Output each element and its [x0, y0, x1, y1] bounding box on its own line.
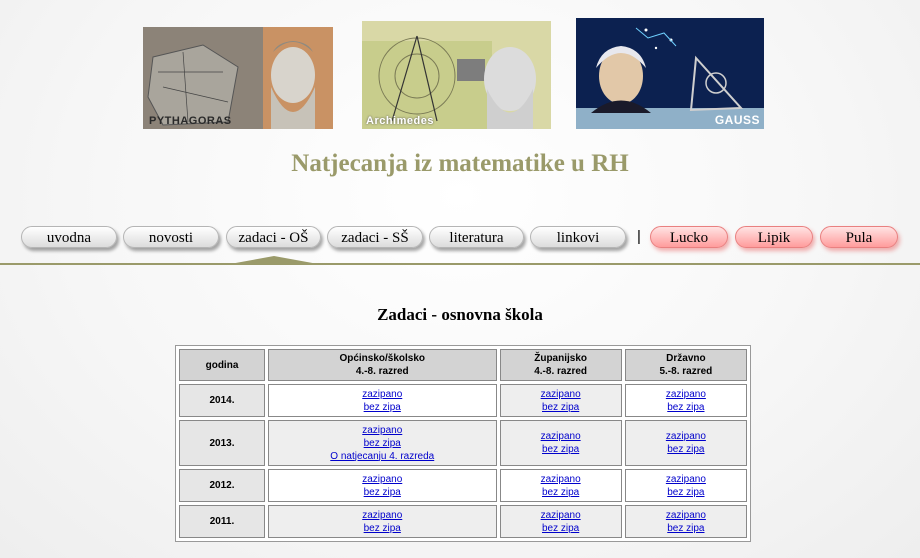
main-nav: uvodna novosti zadaci - OŠ zadaci - SŠ l… — [0, 226, 920, 252]
nav-item-zadaci-os[interactable]: zadaci - OŠ — [226, 226, 321, 248]
zipped-link[interactable]: zazipano — [628, 509, 744, 522]
unzipped-link[interactable]: bez zipa — [628, 486, 744, 499]
banner-caption: Archimedes — [366, 115, 434, 127]
county-cell: zazipano bez zipa — [499, 420, 622, 466]
unzipped-link[interactable]: bez zipa — [503, 522, 619, 535]
nav-item-zadaci-ss[interactable]: zadaci - SŠ — [327, 226, 423, 248]
unzipped-link[interactable]: bez zipa — [503, 401, 619, 414]
year-cell: 2012. — [179, 469, 265, 502]
zipped-link[interactable]: zazipano — [503, 388, 619, 401]
about-4th-grade-link[interactable]: O natjecanju 4. razreda — [271, 450, 494, 463]
zipped-link[interactable]: zazipano — [628, 388, 744, 401]
unzipped-link[interactable]: bez zipa — [628, 401, 744, 414]
header-municipal: Općinsko/školsko 4.-8. razred — [268, 349, 497, 381]
banner-caption: PYTHAGORAS — [149, 115, 232, 127]
county-cell: zazipano bez zipa — [499, 469, 622, 502]
year-cell: 2011. — [179, 505, 265, 538]
header-year: godina — [179, 349, 265, 381]
zipped-link[interactable]: zazipano — [503, 509, 619, 522]
nav-item-pula[interactable]: Pula — [820, 226, 898, 248]
unzipped-link[interactable]: bez zipa — [271, 486, 494, 499]
municipal-cell: zazipano bez zipa O natjecanju 4. razred… — [268, 420, 497, 466]
zipped-link[interactable]: zazipano — [271, 509, 494, 522]
competition-table: godina Općinsko/školsko 4.-8. razred Župa… — [176, 346, 750, 541]
header-banner: PYTHAGORAS Archimedes GAUSS — [0, 18, 920, 133]
zipped-link[interactable]: zazipano — [271, 473, 494, 486]
nav-separator: | — [637, 228, 641, 245]
zipped-link[interactable]: zazipano — [503, 473, 619, 486]
municipal-cell: zazipano bez zipa — [268, 384, 497, 417]
table-row: 2013. zazipano bez zipa O natjecanju 4. … — [179, 420, 747, 466]
municipal-cell: zazipano bez zipa — [268, 505, 497, 538]
state-cell: zazipano bez zipa — [624, 384, 747, 417]
zipped-link[interactable]: zazipano — [628, 430, 744, 443]
pythagoras-illustration — [143, 27, 333, 129]
nav-divider-line — [0, 263, 920, 265]
page-heading: Zadaci - osnovna škola — [377, 305, 543, 324]
gauss-image: GAUSS — [576, 18, 764, 129]
unzipped-link[interactable]: bez zipa — [628, 522, 744, 535]
archimedes-illustration — [362, 21, 551, 129]
header-state: Državno 5.-8. razred — [624, 349, 747, 381]
table-row: 2012. zazipano bez zipa zazipano bez zip… — [179, 469, 747, 502]
unzipped-link[interactable]: bez zipa — [503, 443, 619, 456]
site-title: Natjecanja iz matematike u RH — [291, 150, 629, 177]
unzipped-link[interactable]: bez zipa — [271, 401, 494, 414]
zipped-link[interactable]: zazipano — [271, 388, 494, 401]
state-cell: zazipano bez zipa — [624, 505, 747, 538]
year-cell: 2013. — [179, 420, 265, 466]
state-cell: zazipano bez zipa — [624, 469, 747, 502]
year-cell: 2014. — [179, 384, 265, 417]
nav-item-linkovi[interactable]: linkovi — [530, 226, 626, 248]
state-cell: zazipano bez zipa — [624, 420, 747, 466]
competition-table-container: godina Općinsko/školsko 4.-8. razred Župa… — [175, 345, 751, 542]
archimedes-image: Archimedes — [362, 21, 551, 129]
table-header-row: godina Općinsko/školsko 4.-8. razred Župa… — [179, 349, 747, 381]
nav-item-uvodna[interactable]: uvodna — [21, 226, 117, 248]
nav-item-lipik[interactable]: Lipik — [735, 226, 813, 248]
nav-item-novosti[interactable]: novosti — [123, 226, 219, 248]
nav-item-literatura[interactable]: literatura — [429, 226, 524, 248]
unzipped-link[interactable]: bez zipa — [503, 486, 619, 499]
table-row: 2011. zazipano bez zipa zazipano bez zip… — [179, 505, 747, 538]
pythagoras-image: PYTHAGORAS — [143, 27, 333, 129]
county-cell: zazipano bez zipa — [499, 505, 622, 538]
banner-caption: GAUSS — [714, 113, 760, 127]
unzipped-link[interactable]: bez zipa — [628, 443, 744, 456]
header-county: Županijsko 4.-8. razred — [499, 349, 622, 381]
unzipped-link[interactable]: bez zipa — [271, 522, 494, 535]
nav-item-lucko[interactable]: Lucko — [650, 226, 728, 248]
zipped-link[interactable]: zazipano — [271, 424, 494, 437]
zipped-link[interactable]: zazipano — [628, 473, 744, 486]
table-row: 2014. zazipano bez zipa zazipano bez zip… — [179, 384, 747, 417]
municipal-cell: zazipano bez zipa — [268, 469, 497, 502]
county-cell: zazipano bez zipa — [499, 384, 622, 417]
unzipped-link[interactable]: bez zipa — [271, 437, 494, 450]
zipped-link[interactable]: zazipano — [503, 430, 619, 443]
